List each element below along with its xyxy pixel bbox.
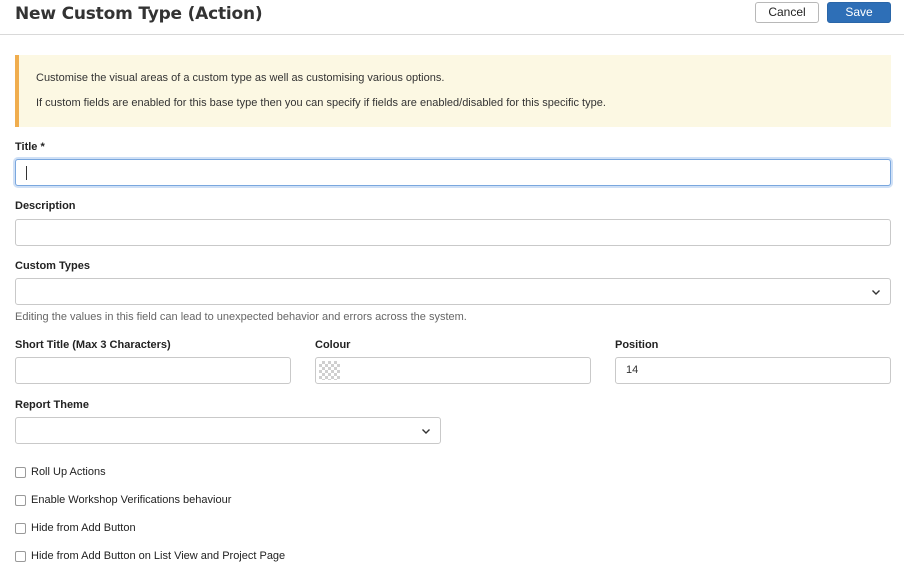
workshop-verifications-label: Enable Workshop Verifications behaviour: [31, 494, 232, 506]
report-theme-select[interactable]: [15, 417, 441, 444]
hide-from-add-button-label: Hide from Add Button: [31, 522, 136, 534]
custom-types-help-text: Editing the values in this field can lea…: [15, 311, 467, 323]
colour-picker-input[interactable]: [315, 357, 591, 384]
info-alert-line-2: If custom fields are enabled for this ba…: [36, 97, 606, 109]
hide-from-add-button-list-view-checkbox[interactable]: [15, 551, 26, 562]
hide-from-add-button-checkbox[interactable]: [15, 523, 26, 534]
custom-types-label: Custom Types: [15, 260, 90, 272]
colour-swatch[interactable]: [319, 361, 340, 380]
position-input[interactable]: 14: [615, 357, 891, 384]
save-button[interactable]: Save: [827, 2, 891, 23]
text-caret: [26, 166, 27, 180]
title-label: Title *: [15, 141, 45, 153]
position-label: Position: [615, 339, 659, 351]
description-label: Description: [15, 200, 76, 212]
position-value: 14: [626, 364, 639, 376]
colour-label: Colour: [315, 339, 351, 351]
title-input[interactable]: [15, 159, 891, 186]
short-title-label: Short Title (Max 3 Characters): [15, 339, 171, 351]
hide-from-add-button-list-view-label: Hide from Add Button on List View and Pr…: [31, 550, 286, 562]
cancel-button[interactable]: Cancel: [755, 2, 819, 23]
description-input[interactable]: [15, 219, 891, 246]
info-alert-line-1: Customise the visual areas of a custom t…: [36, 72, 445, 84]
roll-up-actions-label: Roll Up Actions: [31, 466, 106, 478]
chevron-down-icon: [872, 290, 880, 295]
report-theme-label: Report Theme: [15, 399, 89, 411]
chevron-down-icon: [422, 429, 430, 434]
page-title: New Custom Type (Action): [15, 4, 263, 24]
workshop-verifications-checkbox[interactable]: [15, 495, 26, 506]
info-alert: Customise the visual areas of a custom t…: [15, 55, 891, 127]
roll-up-actions-checkbox[interactable]: [15, 467, 26, 478]
short-title-input[interactable]: [15, 357, 291, 384]
page-header: New Custom Type (Action) Cancel Save: [0, 0, 904, 35]
custom-types-select[interactable]: [15, 278, 891, 305]
